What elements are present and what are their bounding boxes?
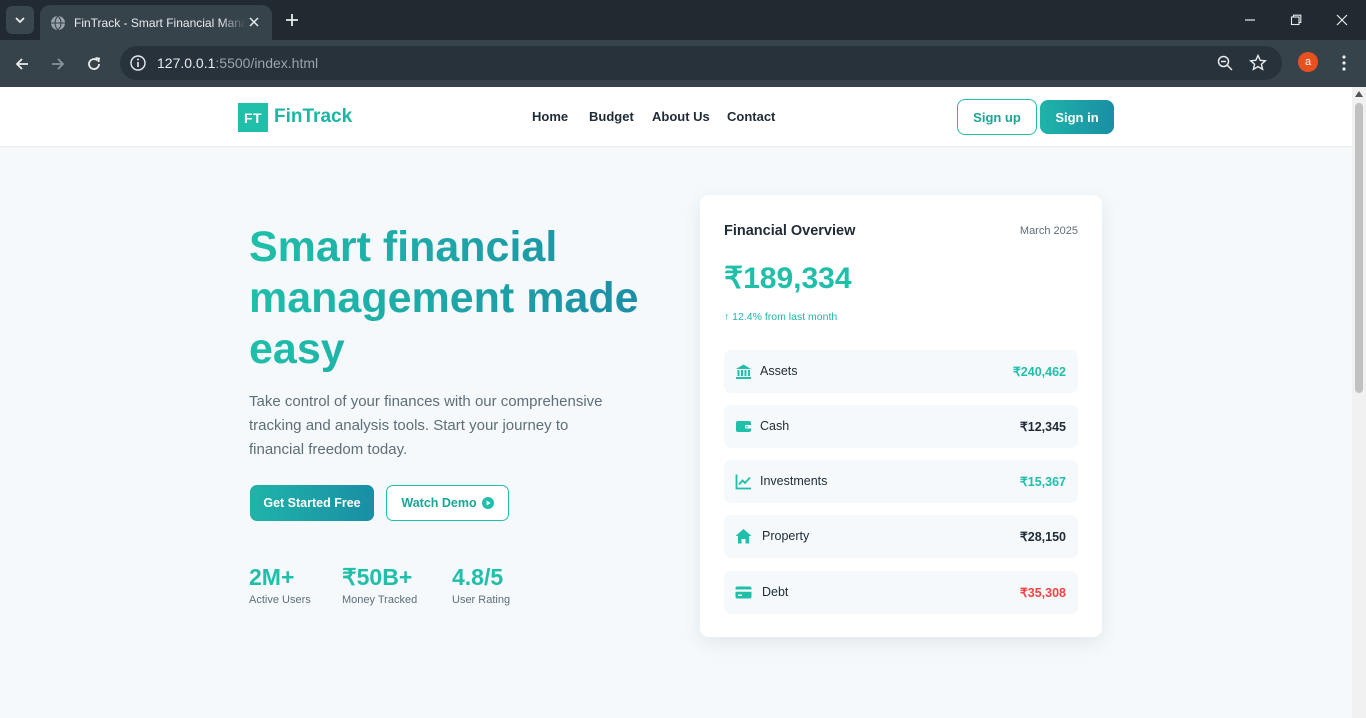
financial-overview-card: Financial Overview March 2025 ₹189,334 ↑…: [700, 195, 1102, 637]
balance-change: ↑ 12.4% from last month: [724, 311, 838, 323]
row-value: ₹240,462: [1012, 365, 1066, 379]
address-bar[interactable]: 127.0.0.1:5500/index.html: [120, 46, 1282, 80]
total-balance: ₹189,334: [724, 262, 852, 295]
close-window-icon[interactable]: [1332, 10, 1352, 30]
card-title: Financial Overview: [724, 223, 856, 239]
credit-card-icon: [735, 586, 752, 599]
bank-icon: [736, 364, 751, 379]
signin-button[interactable]: Sign in: [1040, 100, 1114, 134]
tab-close-icon[interactable]: [246, 14, 262, 30]
page-viewport: FT FinTrack Home Budget About Us Contact…: [0, 87, 1352, 718]
zoom-icon[interactable]: [1216, 54, 1234, 72]
row-value: ₹35,308: [1019, 586, 1066, 600]
home-icon: [735, 529, 752, 544]
row-value: ₹28,150: [1019, 530, 1066, 544]
profile-avatar[interactable]: a: [1298, 52, 1318, 72]
row-label: Cash: [760, 419, 790, 433]
card-date: March 2025: [1019, 225, 1078, 237]
signup-button[interactable]: Sign up: [957, 99, 1037, 135]
logo-mark[interactable]: FT: [238, 103, 268, 132]
logo-text[interactable]: FinTrack: [274, 106, 352, 128]
scroll-up-arrow-icon[interactable]: [1355, 91, 1363, 97]
url-text[interactable]: 127.0.0.1:5500/index.html: [157, 55, 318, 71]
bookmark-star-icon[interactable]: [1249, 54, 1267, 72]
page-scrollbar[interactable]: [1352, 87, 1366, 718]
tab-search-button[interactable]: [6, 6, 34, 34]
row-label: Investments: [760, 474, 828, 488]
overview-row-debt[interactable]: Debt ₹35,308: [724, 571, 1078, 614]
stat-user-rating: 4.8/5 User Rating: [452, 563, 510, 606]
play-circle-icon: [481, 497, 494, 509]
row-label: Debt: [762, 585, 789, 599]
hero-subtitle: Take control of your finances with our c…: [249, 393, 603, 458]
stat-label: Active Users: [249, 594, 311, 606]
row-value: ₹15,367: [1019, 475, 1066, 489]
nav-contact[interactable]: Contact: [727, 109, 775, 124]
back-arrow-icon[interactable]: [10, 52, 34, 76]
restore-icon[interactable]: [1286, 10, 1306, 30]
browser-tab[interactable]: FinTrack - Smart Financial Management: [40, 5, 272, 40]
browser-toolbar: 127.0.0.1:5500/index.html a: [0, 40, 1366, 87]
stat-label: Money Tracked: [342, 594, 418, 606]
overview-row-assets[interactable]: Assets ₹240,462: [724, 350, 1078, 393]
wallet-icon: [736, 421, 751, 432]
watch-demo-button[interactable]: Watch Demo: [386, 485, 509, 521]
site-info-icon[interactable]: [129, 54, 147, 72]
get-started-button[interactable]: Get Started Free: [250, 485, 374, 521]
forward-arrow-icon[interactable]: [46, 52, 70, 76]
watch-demo-label: Watch Demo: [401, 496, 477, 510]
scroll-thumb[interactable]: [1355, 103, 1363, 393]
chevron-down-icon: [15, 17, 25, 24]
browser-tab-bar: FinTrack - Smart Financial Management: [0, 0, 1366, 40]
overview-row-investments[interactable]: Investments ₹15,367: [724, 460, 1078, 503]
stat-money-tracked: ₹50B+ Money Tracked: [342, 563, 417, 606]
stat-value: ₹50B+: [342, 564, 413, 590]
row-value: ₹12,345: [1019, 420, 1066, 434]
globe-icon: [51, 15, 65, 30]
chart-line-icon: [735, 474, 751, 490]
stat-value: 2M+: [249, 564, 295, 590]
reload-icon[interactable]: [82, 52, 106, 76]
stat-label: User Rating: [452, 594, 511, 606]
url-host: 127.0.0.1: [157, 55, 216, 71]
stat-active-users: 2M+ Active Users: [249, 563, 311, 606]
minimize-icon[interactable]: [1240, 10, 1260, 30]
nav-about-us[interactable]: About Us: [652, 109, 710, 124]
new-tab-plus-icon[interactable]: [282, 10, 302, 30]
hero-title: Smart financial management made easy: [249, 222, 669, 375]
nav-home[interactable]: Home: [532, 109, 568, 124]
more-menu-icon[interactable]: [1334, 52, 1354, 74]
tab-title: FinTrack - Smart Financial Management: [74, 15, 246, 30]
overview-row-cash[interactable]: Cash ₹12,345: [724, 405, 1078, 448]
stat-value: 4.8/5: [452, 564, 504, 590]
row-label: Property: [762, 529, 810, 543]
site-header: FT FinTrack Home Budget About Us Contact…: [0, 87, 1352, 147]
url-path: :5500/index.html: [215, 55, 319, 71]
overview-row-property[interactable]: Property ₹28,150: [724, 515, 1078, 558]
row-label: Assets: [760, 364, 798, 378]
nav-budget[interactable]: Budget: [589, 109, 634, 124]
